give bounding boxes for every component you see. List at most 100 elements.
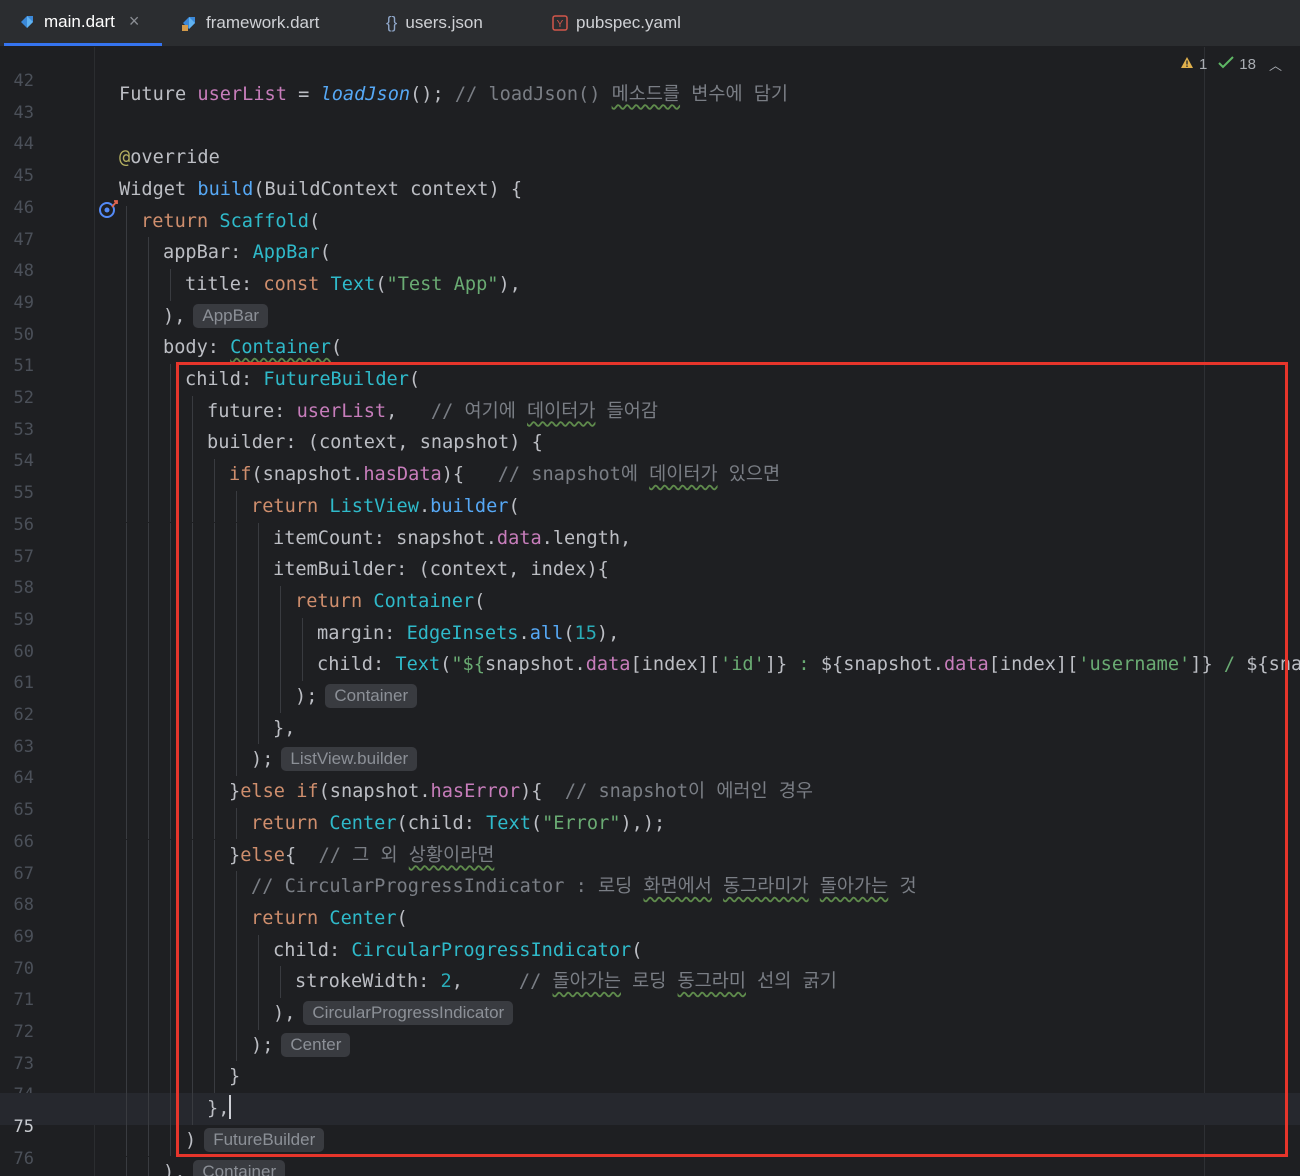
- code-line: 56 return ListView.builder(: [0, 490, 1300, 535]
- indent-guide: [126, 1061, 127, 1094]
- indent-guide: [236, 490, 237, 523]
- indent-guide: [192, 712, 193, 745]
- code-text: itemBuilder: (context, index){: [273, 559, 609, 581]
- indent-guide: [236, 585, 237, 618]
- indent-guide: [192, 681, 193, 713]
- indent-guide: [258, 966, 259, 998]
- close-icon[interactable]: ×: [129, 11, 140, 32]
- indent-guide: [214, 1029, 215, 1062]
- indent-guide: [192, 839, 193, 872]
- code-text: Future userList = loadJson(); // loadJso…: [119, 83, 788, 105]
- tab-pubspec-yaml[interactable]: Y pubspec.yaml: [538, 0, 718, 46]
- indent-guide: [170, 268, 171, 301]
- indent-guide: [126, 268, 127, 301]
- indent-guide: [192, 934, 193, 967]
- indent-guide: [214, 490, 215, 523]
- indent-guide: [214, 554, 215, 586]
- indent-guide: [214, 712, 215, 745]
- indent-guide: [148, 585, 149, 618]
- indent-guide: [236, 681, 237, 713]
- code-text: },: [273, 717, 296, 739]
- indent-guide: [148, 522, 149, 555]
- code-line: 68 // CircularProgressIndicator : 로딩 화면에…: [0, 871, 1300, 915]
- code-line: 53 future: userList, // 여기에 데이터가 들어감: [0, 395, 1300, 440]
- code-text: return Container(: [295, 590, 486, 612]
- indent-guide: [302, 617, 303, 650]
- code-line: 47 return Scaffold(: [0, 205, 1300, 250]
- indent-guide: [170, 902, 171, 935]
- indent-guide: [214, 744, 215, 777]
- code-line: 63 },: [0, 712, 1300, 757]
- indent-guide: [236, 712, 237, 745]
- indent-guide: [170, 807, 171, 840]
- indent-guide: [126, 554, 127, 586]
- code-line: 69 return Center(: [0, 902, 1300, 947]
- indent-guide: [192, 459, 193, 491]
- indent-guide: [192, 807, 193, 840]
- indent-guide: [148, 395, 149, 428]
- code-text: @override: [119, 147, 220, 169]
- indent-guide: [148, 998, 149, 1030]
- code-text: itemCount: snapshot.data.length,: [273, 527, 632, 549]
- indent-guide: [170, 966, 171, 998]
- indent-guide: [170, 998, 171, 1030]
- tab-label: pubspec.yaml: [576, 13, 681, 32]
- indent-guide: [148, 332, 149, 364]
- indent-guide: [192, 998, 193, 1030]
- indent-guide: [148, 300, 149, 333]
- indent-guide: [170, 364, 171, 396]
- code-editor[interactable]: 1 18 ︿ 42 43 Future userList = loadJson(…: [0, 47, 1300, 1176]
- indent-guide: [192, 395, 193, 428]
- closing-label-hint: Container: [325, 684, 418, 708]
- indent-guide: [148, 364, 149, 396]
- indent-guide: [126, 1093, 127, 1125]
- indent-guide: [192, 585, 193, 618]
- closing-label-hint: Center: [281, 1032, 351, 1057]
- dart-icon: [180, 14, 198, 32]
- code-line: 65 }else if(snapshot.hasError){ // snaps…: [0, 776, 1300, 820]
- indent-guide: [214, 934, 215, 967]
- indent-guide: [126, 902, 127, 935]
- indent-guide: [126, 1029, 127, 1062]
- indent-guide: [126, 332, 127, 364]
- tab-framework-dart[interactable]: framework.dart: [166, 0, 366, 46]
- code-text: child: FutureBuilder(: [185, 369, 421, 390]
- indent-guide: [236, 902, 237, 935]
- indent-guide: [280, 649, 281, 681]
- code-line: 59 return Container(: [0, 585, 1300, 630]
- indent-guide: [258, 998, 259, 1030]
- code-text: }else{ // 그 외 상황이라면: [229, 844, 495, 866]
- code-line: 57 itemCount: snapshot.data.length,: [0, 522, 1300, 567]
- indent-guide: [126, 776, 127, 808]
- indent-guide: [214, 807, 215, 840]
- code-text: child: CircularProgressIndicator(: [273, 939, 643, 961]
- indent-guide: [148, 902, 149, 935]
- code-text: margin: EdgeInsets.all(15),: [317, 622, 620, 644]
- code-line: 42: [0, 47, 1300, 91]
- indent-guide: [280, 617, 281, 650]
- code-text: child: Text("${snapshot.data[index]['id'…: [317, 654, 1300, 676]
- indent-guide: [148, 237, 149, 269]
- code-line: 71 strokeWidth: 2, // 돌아가는 로딩 동그라미 선의 굵기: [0, 966, 1300, 1010]
- indent-guide: [126, 364, 127, 396]
- code-line: 51 body: Container(: [0, 332, 1300, 376]
- code-text: return Center(: [251, 907, 408, 929]
- indent-guide: [170, 681, 171, 713]
- tab-main-dart[interactable]: main.dart ×: [4, 0, 162, 46]
- indent-guide: [236, 871, 237, 903]
- code-text: body: Container(: [163, 337, 343, 359]
- code-text: builder: (context, snapshot) {: [207, 432, 543, 454]
- tab-users-json[interactable]: {} users.json: [372, 0, 532, 46]
- closing-label-hint: FutureBuilder: [204, 1127, 325, 1152]
- code-text: }else if(snapshot.hasError){ // snapshot…: [229, 781, 814, 803]
- indent-guide: [236, 934, 237, 967]
- indent-guide: [214, 585, 215, 618]
- indent-guide: [170, 585, 171, 618]
- code-line: 44: [0, 110, 1300, 154]
- code-line: 50 ), AppBar: [0, 300, 1300, 345]
- indent-guide: [236, 554, 237, 586]
- indent-guide: [126, 649, 127, 681]
- code-line: 58 itemBuilder: (context, index){: [0, 554, 1300, 598]
- indent-guide: [148, 617, 149, 650]
- indent-guide: [192, 522, 193, 555]
